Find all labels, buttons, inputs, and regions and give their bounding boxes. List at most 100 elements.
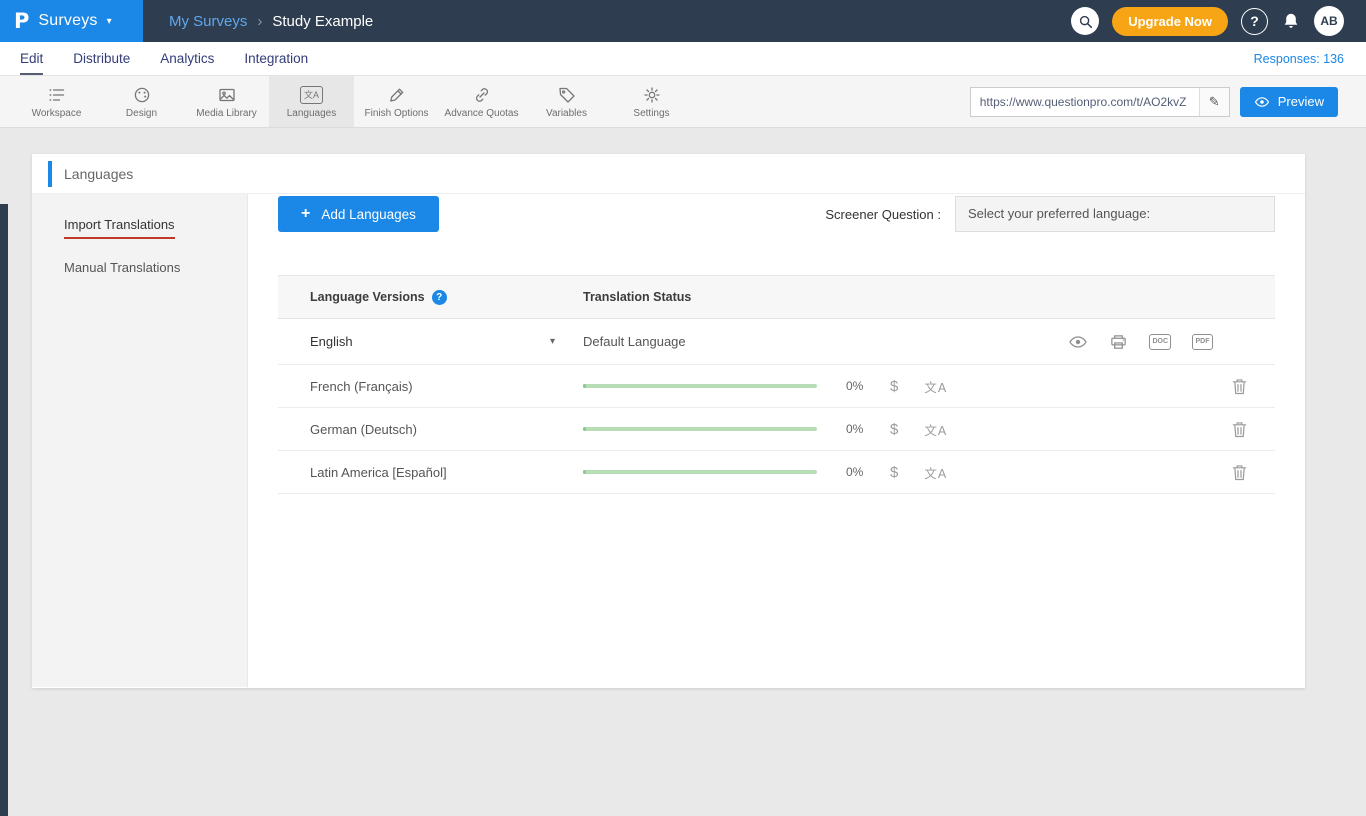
variables-icon bbox=[557, 85, 577, 105]
question-icon: ? bbox=[1250, 13, 1259, 29]
accent-bar bbox=[48, 161, 52, 187]
column-header-language-versions: Language Versions bbox=[310, 290, 425, 304]
toolbar-item-settings[interactable]: Settings bbox=[609, 76, 694, 127]
export-pdf-icon[interactable]: PDF bbox=[1192, 334, 1213, 350]
help-button[interactable]: ? bbox=[1241, 8, 1268, 35]
tab-distribute[interactable]: Distribute bbox=[73, 42, 130, 75]
language-name: Latin America [Español] bbox=[310, 465, 447, 480]
settings-icon bbox=[642, 85, 662, 105]
delete-language-icon[interactable] bbox=[1232, 421, 1247, 438]
translation-progress-bar bbox=[583, 470, 817, 474]
table-row-default-language: English ▾ Default Language bbox=[278, 319, 1275, 365]
toolbar-item-workspace[interactable]: Workspace bbox=[14, 76, 99, 127]
panel-title: Languages bbox=[64, 166, 133, 182]
language-name: German (Deutsch) bbox=[310, 422, 417, 437]
screener-question-group: Screener Question : Select your preferre… bbox=[825, 196, 1275, 232]
toolbar-item-media-library[interactable]: Media Library bbox=[184, 76, 269, 127]
table-row-language: French (Français) 0% $ 文A bbox=[278, 365, 1275, 408]
preview-button[interactable]: Preview bbox=[1240, 87, 1338, 117]
chevron-down-icon: ▾ bbox=[107, 16, 112, 27]
breadcrumb-my-surveys[interactable]: My Surveys bbox=[169, 13, 247, 30]
advance-quotas-icon bbox=[472, 85, 492, 105]
topbar: P Surveys ▾ My Surveys › Study Example U… bbox=[0, 0, 1366, 42]
languages-panel: Languages Import Translations Manual Tra… bbox=[32, 154, 1305, 688]
toolbar-item-label: Settings bbox=[633, 108, 669, 119]
toolbar-item-label: Languages bbox=[287, 108, 337, 119]
search-button[interactable] bbox=[1071, 7, 1099, 35]
survey-tabs: Edit Distribute Analytics Integration bbox=[20, 42, 308, 75]
page: P Surveys ▾ My Surveys › Study Example U… bbox=[0, 0, 1366, 688]
breadcrumb-current: Study Example bbox=[272, 13, 373, 30]
toolbar-item-languages[interactable]: 文A Languages bbox=[269, 76, 354, 127]
brand-label: Surveys bbox=[38, 12, 97, 30]
survey-tabs-bar: Edit Distribute Analytics Integration Re… bbox=[0, 42, 1366, 76]
sidebar-item-label: Manual Translations bbox=[64, 260, 180, 275]
view-survey-icon[interactable] bbox=[1068, 335, 1088, 349]
tab-integration[interactable]: Integration bbox=[244, 42, 308, 75]
translate-icon[interactable]: 文A bbox=[924, 420, 947, 439]
default-language-label: Default Language bbox=[583, 334, 686, 349]
tab-analytics[interactable]: Analytics bbox=[160, 42, 214, 75]
screener-question-label: Screener Question : bbox=[825, 207, 941, 222]
toolbar-item-label: Advance Quotas bbox=[445, 108, 519, 119]
column-header-translation-status: Translation Status bbox=[583, 290, 691, 304]
add-languages-button[interactable]: + Add Languages bbox=[278, 196, 439, 232]
languages-table: Language Versions ? Translation Status bbox=[278, 275, 1275, 494]
finish-options-icon bbox=[387, 85, 407, 105]
print-icon[interactable] bbox=[1109, 333, 1128, 351]
screener-question-select[interactable]: Select your preferred language: bbox=[955, 196, 1275, 232]
languages-sidebar: Import Translations Manual Translations bbox=[32, 194, 248, 687]
design-icon bbox=[132, 85, 152, 105]
pencil-icon: ✎ bbox=[1209, 94, 1220, 110]
translation-progress-bar bbox=[583, 427, 817, 431]
delete-language-icon[interactable] bbox=[1232, 464, 1247, 481]
survey-url-box: ✎ bbox=[970, 87, 1230, 117]
upgrade-now-button[interactable]: Upgrade Now bbox=[1112, 7, 1228, 36]
translation-percent: 0% bbox=[846, 379, 872, 393]
preview-label: Preview bbox=[1278, 94, 1324, 109]
translation-percent: 0% bbox=[846, 465, 872, 479]
toolbar-item-advance-quotas[interactable]: Advance Quotas bbox=[439, 76, 524, 127]
notifications-button[interactable] bbox=[1281, 12, 1301, 30]
panel-header: Languages bbox=[32, 154, 1305, 194]
tab-edit[interactable]: Edit bbox=[20, 42, 43, 75]
survey-link-group: ✎ Preview bbox=[970, 76, 1366, 127]
media-library-icon bbox=[217, 85, 237, 105]
toolbar-item-variables[interactable]: Variables bbox=[524, 76, 609, 127]
plus-icon: + bbox=[301, 205, 310, 223]
topbar-actions: Upgrade Now ? AB bbox=[1071, 6, 1366, 36]
breadcrumb: My Surveys › Study Example bbox=[169, 13, 373, 30]
table-header-row: Language Versions ? Translation Status bbox=[278, 275, 1275, 319]
table-row-language: Latin America [Español] 0% $ 文A bbox=[278, 451, 1275, 494]
paid-translation-icon[interactable]: $ bbox=[890, 421, 898, 438]
translate-icon[interactable]: 文A bbox=[924, 377, 947, 396]
translation-percent: 0% bbox=[846, 422, 872, 436]
main-content: Languages Import Translations Manual Tra… bbox=[0, 128, 1366, 688]
toolbar-item-label: Finish Options bbox=[365, 108, 429, 119]
app-switcher[interactable]: P Surveys ▾ bbox=[0, 0, 143, 42]
actions-row: + Add Languages Screener Question : Sele… bbox=[278, 196, 1275, 232]
language-name: French (Français) bbox=[310, 379, 413, 394]
paid-translation-icon[interactable]: $ bbox=[890, 464, 898, 481]
breadcrumb-separator-icon: › bbox=[257, 13, 262, 30]
add-languages-label: Add Languages bbox=[321, 207, 416, 222]
bell-icon bbox=[1281, 12, 1301, 30]
toolbar-item-finish-options[interactable]: Finish Options bbox=[354, 76, 439, 127]
paid-translation-icon[interactable]: $ bbox=[890, 378, 898, 395]
sidebar-item-label: Import Translations bbox=[64, 217, 175, 239]
responses-count[interactable]: Responses: 136 bbox=[1254, 52, 1344, 66]
toolbar-item-label: Media Library bbox=[196, 108, 257, 119]
sidebar-item-manual-translations[interactable]: Manual Translations bbox=[32, 249, 247, 285]
sidebar-item-import-translations[interactable]: Import Translations bbox=[32, 206, 247, 249]
workspace-icon bbox=[47, 85, 67, 105]
help-icon[interactable]: ? bbox=[432, 290, 447, 305]
delete-language-icon[interactable] bbox=[1232, 378, 1247, 395]
survey-url-input[interactable] bbox=[971, 95, 1199, 109]
translate-icon[interactable]: 文A bbox=[924, 463, 947, 482]
chevron-down-icon[interactable]: ▾ bbox=[550, 336, 555, 347]
avatar[interactable]: AB bbox=[1314, 6, 1344, 36]
toolbar-item-design[interactable]: Design bbox=[99, 76, 184, 127]
languages-icon: 文A bbox=[300, 85, 323, 105]
export-doc-icon[interactable]: DOC bbox=[1149, 334, 1171, 350]
edit-url-button[interactable]: ✎ bbox=[1199, 88, 1229, 116]
